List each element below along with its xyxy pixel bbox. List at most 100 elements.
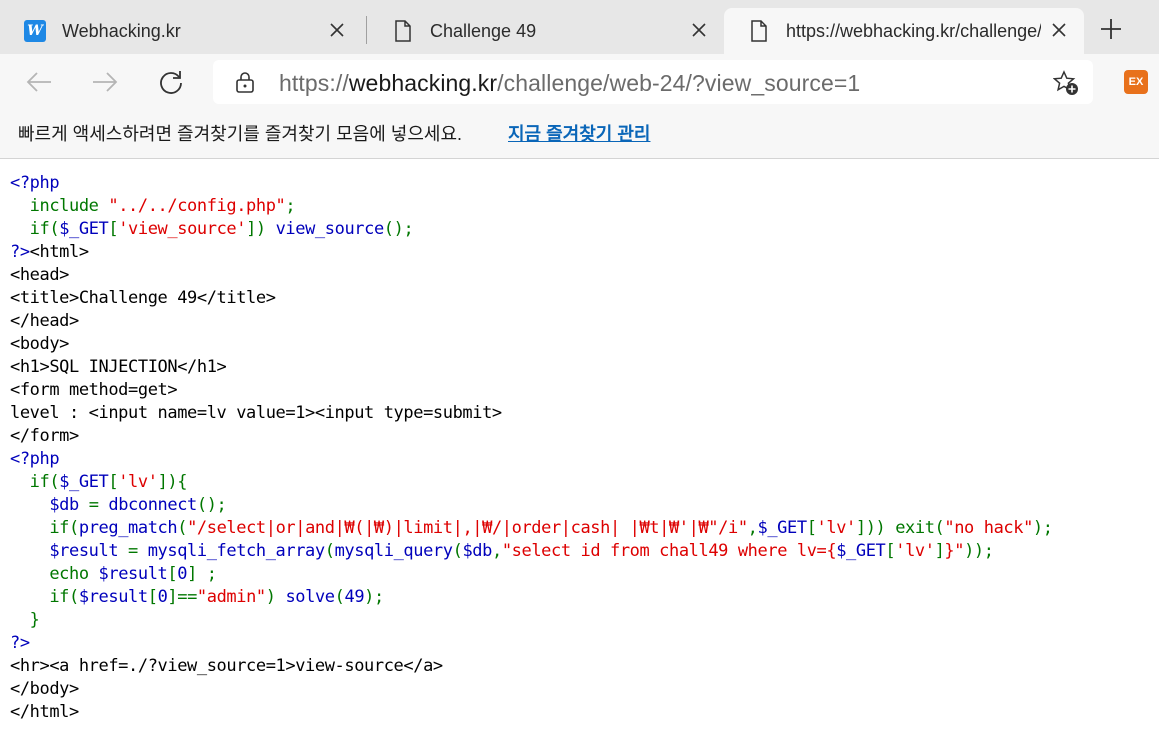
source-token: if( bbox=[49, 587, 79, 607]
source-line: <?php bbox=[10, 172, 1053, 195]
lock-icon[interactable] bbox=[235, 71, 255, 98]
source-token: ( bbox=[177, 518, 188, 538]
source-token: [ bbox=[147, 587, 158, 607]
page-icon bbox=[392, 20, 414, 42]
source-token: ); bbox=[364, 587, 384, 607]
source-token: <?php bbox=[10, 173, 60, 193]
source-token: "../../config.php" bbox=[108, 196, 286, 216]
source-token: , bbox=[747, 518, 758, 538]
refresh-button[interactable] bbox=[153, 64, 189, 100]
url-host: webhacking.kr bbox=[348, 70, 498, 96]
source-token: "/select|or|and|₩(|₩)|limit|,|₩/|order|c… bbox=[187, 518, 748, 538]
source-token: )); bbox=[964, 541, 994, 561]
address-bar[interactable]: https://webhacking.kr/challenge/web-24/?… bbox=[213, 60, 1093, 104]
source-token: $_GET bbox=[757, 518, 808, 538]
source-line: $db = dbconnect(); bbox=[10, 494, 1053, 517]
source-token: $_GET bbox=[836, 541, 886, 561]
close-tab-icon[interactable] bbox=[688, 19, 710, 41]
tab-title: Challenge 49 bbox=[430, 20, 537, 41]
source-token: ( bbox=[334, 587, 345, 607]
new-tab-button[interactable] bbox=[1094, 12, 1128, 46]
source-token: $_GET bbox=[59, 219, 109, 239]
source-token: [ bbox=[167, 564, 178, 584]
source-token: (); bbox=[383, 219, 414, 239]
tab-strip: W Webhacking.kr Challenge 49 https://web… bbox=[0, 0, 1159, 54]
back-button[interactable] bbox=[21, 64, 57, 100]
source-token: 'lv' bbox=[118, 472, 158, 492]
source-line: <?php bbox=[10, 448, 1053, 471]
source-token: solve bbox=[285, 587, 335, 607]
forward-button[interactable] bbox=[87, 64, 123, 100]
source-token: = bbox=[88, 495, 109, 515]
source-token: echo bbox=[49, 564, 99, 584]
source-token: ( bbox=[324, 541, 335, 561]
source-token: 49 bbox=[344, 587, 365, 607]
source-token: } bbox=[10, 610, 40, 630]
url-text[interactable]: https://webhacking.kr/challenge/web-24/?… bbox=[279, 70, 860, 97]
source-token: [ bbox=[108, 219, 119, 239]
source-line: ?><html> bbox=[10, 241, 1053, 264]
source-token: level : <input name=lv value=1><input ty… bbox=[10, 403, 502, 423]
url-path: /challenge/web-24/?view_source=1 bbox=[497, 70, 861, 96]
tab-challenge-49[interactable]: Challenge 49 bbox=[368, 8, 724, 54]
refresh-icon bbox=[160, 71, 182, 94]
source-line: if($_GET['lv']){ bbox=[10, 471, 1053, 494]
source-token bbox=[10, 541, 49, 561]
favorites-bar: 빠르게 액세스하려면 즐겨찾기를 즐겨찾기 모음에 넣으세요. 지금 즐겨찾기 … bbox=[0, 110, 1159, 159]
extension-icon[interactable]: EX bbox=[1124, 70, 1148, 94]
source-token bbox=[10, 518, 49, 538]
source-token: ); bbox=[1032, 518, 1053, 538]
source-token: <title>Challenge 49</title> bbox=[10, 288, 276, 308]
source-token bbox=[10, 587, 49, 607]
tab-webhacking[interactable]: W Webhacking.kr bbox=[0, 8, 362, 54]
source-token: ) bbox=[265, 587, 286, 607]
source-line: <body> bbox=[10, 333, 1053, 356]
source-token: $db bbox=[462, 541, 492, 561]
manage-favorites-link[interactable]: 지금 즐겨찾기 관리 bbox=[508, 120, 650, 146]
source-token: }" bbox=[944, 541, 965, 561]
source-token: <head> bbox=[10, 265, 70, 285]
close-tab-icon[interactable] bbox=[326, 19, 348, 41]
source-token: if( bbox=[49, 518, 79, 538]
tab-view-source-active[interactable]: https://webhacking.kr/challenge/web-24/?… bbox=[724, 8, 1084, 54]
source-token bbox=[10, 495, 49, 515]
source-token: dbconnect bbox=[108, 495, 197, 515]
source-token: "admin" bbox=[196, 587, 266, 607]
source-line: </head> bbox=[10, 310, 1053, 333]
source-line: <form method=get> bbox=[10, 379, 1053, 402]
source-line: $result = mysqli_fetch_array(mysqli_quer… bbox=[10, 540, 1053, 563]
source-token: $_GET bbox=[59, 472, 109, 492]
source-token: ]) bbox=[246, 219, 276, 239]
close-tab-icon[interactable] bbox=[1048, 19, 1070, 41]
source-line: <head> bbox=[10, 264, 1053, 287]
source-token: [ bbox=[885, 541, 896, 561]
favorites-bar-message: 빠르게 액세스하려면 즐겨찾기를 즐겨찾기 모음에 넣으세요. bbox=[18, 124, 463, 144]
source-token: [ bbox=[806, 518, 817, 538]
source-token: view_source bbox=[275, 219, 385, 239]
source-token: ])) exit( bbox=[855, 518, 945, 538]
source-line: <title>Challenge 49</title> bbox=[10, 287, 1053, 310]
source-token: <hr><a href=./?view_source=1>view-source… bbox=[10, 656, 443, 676]
php-source-code: <?php include "../../config.php"; if($_G… bbox=[10, 172, 1053, 724]
source-token: ]){ bbox=[157, 472, 188, 492]
source-line: if($_GET['view_source']) view_source(); bbox=[10, 218, 1053, 241]
add-favorite-star-icon[interactable] bbox=[1052, 70, 1079, 96]
plus-icon bbox=[1101, 19, 1121, 39]
source-token: 'view_source' bbox=[118, 219, 247, 239]
source-token bbox=[10, 564, 49, 584]
page-icon bbox=[748, 20, 770, 42]
source-token: </head> bbox=[10, 311, 79, 331]
source-token: 0 bbox=[157, 587, 168, 607]
source-line: ?> bbox=[10, 632, 1053, 655]
source-token: if( bbox=[10, 472, 60, 492]
source-token: $result bbox=[49, 541, 129, 561]
tab-title: Webhacking.kr bbox=[62, 20, 181, 41]
source-token: <h1>SQL INJECTION</h1> bbox=[10, 357, 227, 377]
source-line: <hr><a href=./?view_source=1>view-source… bbox=[10, 655, 1053, 678]
source-token: <body> bbox=[10, 334, 70, 354]
source-line: if($result[0]=="admin") solve(49); bbox=[10, 586, 1053, 609]
source-line: include "../../config.php"; bbox=[10, 195, 1053, 218]
forward-arrow-icon bbox=[93, 72, 118, 92]
source-token: 0 bbox=[177, 564, 188, 584]
source-token: ?> bbox=[10, 242, 30, 262]
